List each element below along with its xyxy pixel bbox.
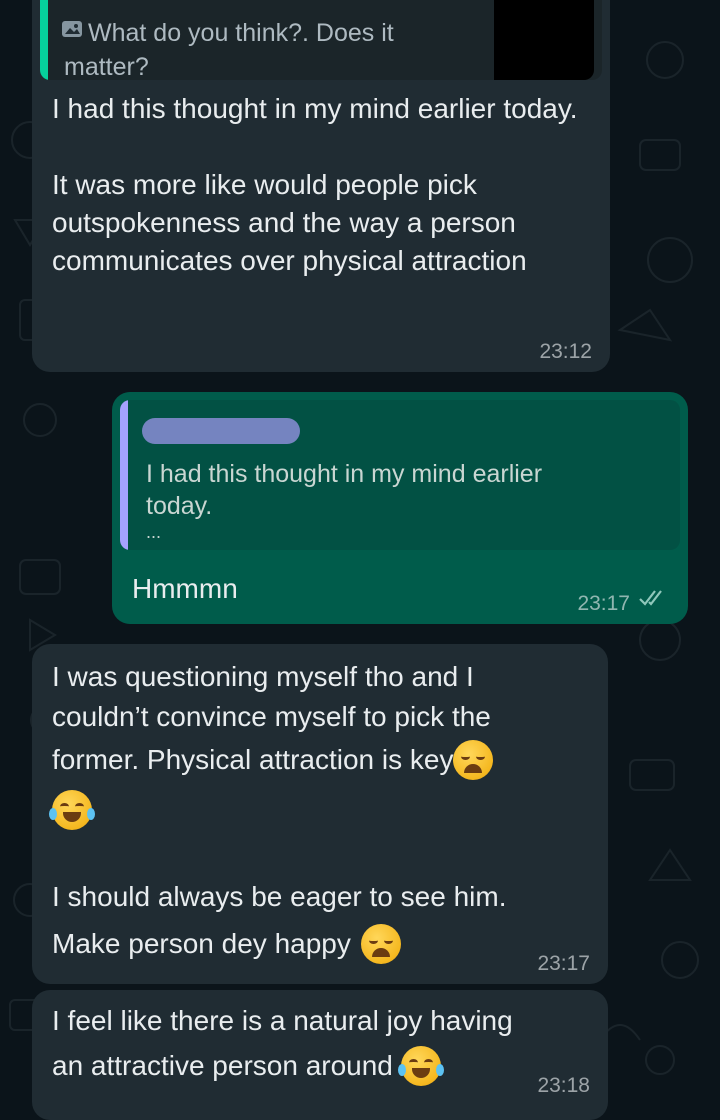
tears-of-joy-icon xyxy=(49,790,95,830)
quoted-message[interactable]: What do you think?. Does it matter? xyxy=(40,0,602,80)
incoming-message[interactable]: I feel like there is a natural joy havin… xyxy=(32,990,608,1120)
message-time: 23:17 xyxy=(577,592,630,615)
redacted-sender-name xyxy=(142,418,300,444)
weary-face-icon xyxy=(453,740,494,780)
message-line-with-emoji: former. Physical attraction is key xyxy=(52,738,494,782)
quoted-more: ... xyxy=(146,522,162,542)
quoted-message[interactable]: I had this thought in my mind earlier to… xyxy=(120,400,680,550)
message-line: I feel like there is a natural joy havin… xyxy=(52,1005,513,1036)
quoted-text: What do you think?. Does it matter? xyxy=(64,19,394,80)
message-text: Hmmmn xyxy=(132,573,238,604)
tears-of-joy-icon xyxy=(397,1046,444,1086)
incoming-message[interactable]: I was questioning myself tho and I could… xyxy=(32,644,608,984)
quoted-text: I had this thought in my mind earlier to… xyxy=(146,460,543,520)
quote-bar xyxy=(120,400,128,550)
message-line: couldn’t convince myself to pick the xyxy=(52,701,491,732)
message-line-with-emoji: an attractive person around xyxy=(52,1044,444,1088)
weary-face-icon xyxy=(360,924,401,964)
message-line: I should always be eager to see him. xyxy=(52,881,507,912)
message-line: I was questioning myself tho and I xyxy=(52,661,474,692)
message-line: former. Physical attraction is key xyxy=(52,744,454,775)
quote-bar xyxy=(40,0,48,80)
message-time: 23:18 xyxy=(537,1074,590,1097)
message-text: I had this thought in my mind earlier to… xyxy=(52,93,578,276)
quoted-photo-thumbnail[interactable] xyxy=(494,0,594,80)
message-line-with-emoji: Make person dey happy xyxy=(52,922,401,966)
message-line: Make person dey happy xyxy=(52,928,351,959)
incoming-message[interactable]: What do you think?. Does it matter? I ha… xyxy=(32,0,610,372)
message-time: 23:17 xyxy=(537,952,590,975)
tears-of-joy-line xyxy=(49,790,95,830)
outgoing-message[interactable]: I had this thought in my mind earlier to… xyxy=(112,392,688,624)
read-receipt-icon xyxy=(638,589,668,612)
message-time: 23:12 xyxy=(539,340,592,363)
message-line: an attractive person around xyxy=(52,1050,393,1081)
